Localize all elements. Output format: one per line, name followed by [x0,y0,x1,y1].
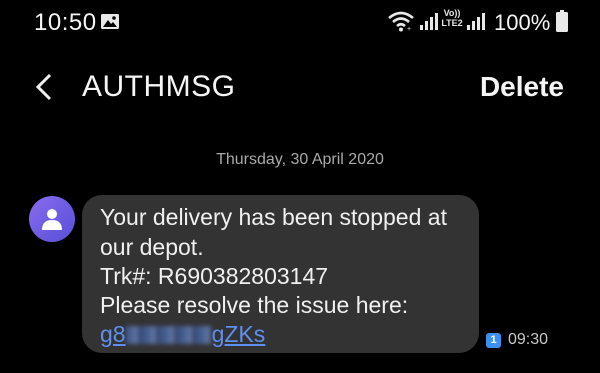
person-icon [42,209,62,230]
status-time: 10:50 [34,9,97,36]
signal-icon [467,13,485,30]
status-bar: 10:50 + Vo)) LTE2 100% [0,0,600,46]
gallery-icon [101,14,119,29]
message-text-line: Please resolve the issue here: [100,292,409,318]
avatar[interactable] [29,196,75,242]
conversation-header: AUTHMSG Delete [0,60,600,116]
battery-percent: 100% [494,10,551,35]
conversation-title: AUTHMSG [82,70,236,103]
network-type-label: Vo)) LTE2 [441,8,463,28]
signal-icon [420,13,438,30]
message-text-line: our depot. [100,234,204,260]
link-end: gZKs [211,321,266,347]
message-link[interactable]: g8 gZKs [100,321,265,348]
message-text-line: Your delivery has been stopped at [100,204,447,230]
link-start: g8 [100,321,126,347]
message-time: 09:30 [508,331,549,348]
redacted-blur [125,326,212,344]
chevron-left-icon[interactable] [34,72,54,102]
svg-text:+: + [407,26,411,32]
battery-icon [556,10,568,32]
delete-button[interactable]: Delete [480,71,564,103]
sim-badge: 1 [486,333,501,348]
wifi-icon: + [388,11,414,32]
message-text-line: Trk#: R690382803147 [100,263,329,289]
date-separator: Thursday, 30 April 2020 [216,151,384,168]
